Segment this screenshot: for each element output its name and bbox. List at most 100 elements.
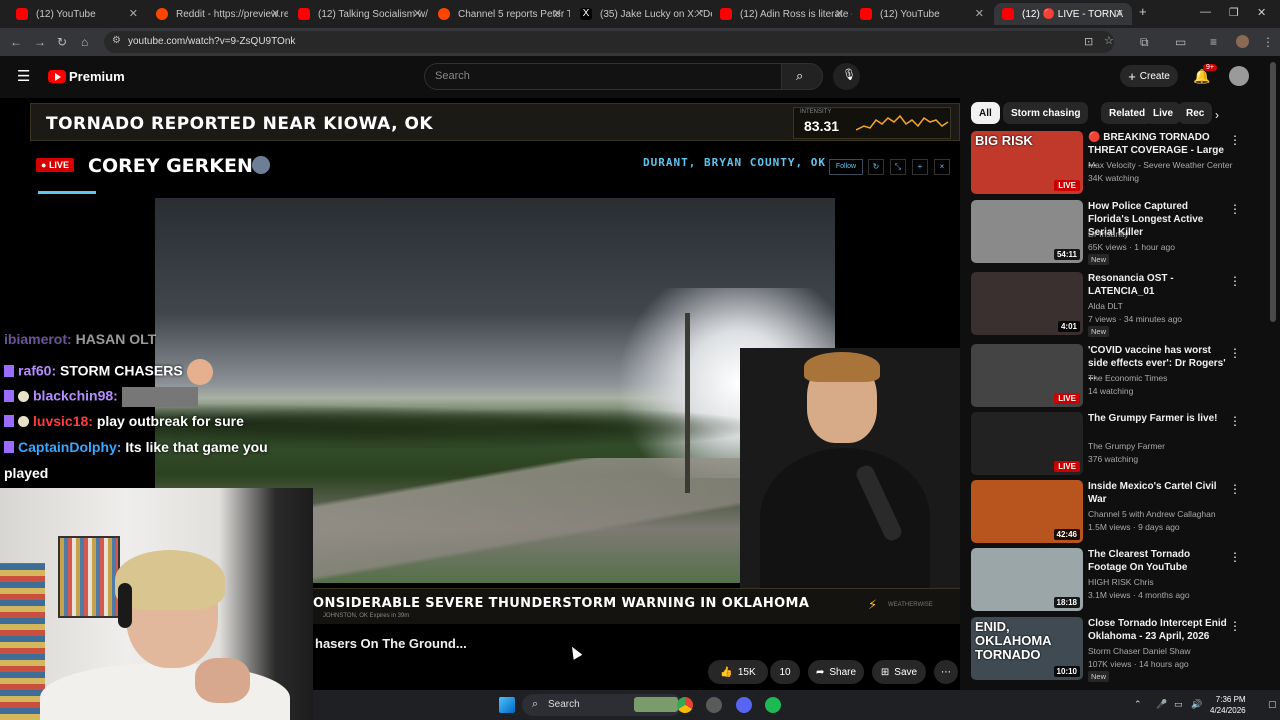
recommended-video[interactable]: 4:01 Resonancia OST - LATENCIA_01 Alda DLT…	[971, 272, 1256, 337]
recommended-video[interactable]: 54:11 How Police Captured Florida's Longe…	[971, 200, 1256, 265]
channel-name[interactable]: The Economic Times	[1088, 373, 1167, 383]
volume-icon[interactable]: 🔊	[1191, 699, 1202, 710]
maximize-icon[interactable]: ❐	[1229, 6, 1239, 19]
close-tab-icon[interactable]: ✕	[835, 7, 844, 20]
new-tab-button[interactable]: +	[1139, 4, 1147, 19]
video-thumbnail[interactable]: ENID, OKLAHOMA TORNADO 10:10	[971, 617, 1083, 680]
spotify-icon[interactable]	[765, 697, 781, 713]
chip-live[interactable]: Live	[1145, 102, 1182, 124]
share-button[interactable]: ➦ Share	[808, 660, 864, 684]
dislike-button[interactable]: 10	[770, 660, 800, 684]
minimize-icon[interactable]: —	[1200, 6, 1211, 18]
recommended-video[interactable]: ENID, OKLAHOMA TORNADO 10:10 Close Tornado…	[971, 617, 1256, 682]
more-actions-button[interactable]: ⋯	[934, 660, 958, 684]
chip-recent[interactable]: Rec	[1178, 102, 1213, 124]
browser-tab[interactable]: (12) YouTube ✕	[852, 3, 992, 25]
mic-tray-icon[interactable]: 🎤	[1156, 699, 1167, 710]
channel-name[interactable]: The Grumpy Farmer	[1088, 441, 1165, 451]
recommended-title[interactable]: The Clearest Tornado Footage On YouTube	[1088, 548, 1228, 574]
youtube-premium-label[interactable]: Premium	[69, 69, 125, 84]
recommended-title[interactable]: Close Tornado Intercept Enid Oklahoma - …	[1088, 617, 1228, 643]
video-thumbnail[interactable]: 4:01	[971, 272, 1083, 335]
browser-tab[interactable]: Channel 5 reports Peter Th ✕	[430, 3, 570, 25]
close-tab-icon[interactable]: ✕	[129, 7, 138, 20]
browser-tab-active[interactable]: (12) 🔴 LIVE - TORNA ✕	[994, 3, 1132, 25]
channel-name[interactable]: Channel 5 with Andrew Callaghan	[1088, 509, 1216, 519]
hamburger-menu-icon[interactable]: ☰	[17, 67, 30, 85]
tray-chevron-icon[interactable]: ⌃	[1134, 699, 1142, 710]
refresh-icon[interactable]: ↻	[868, 159, 884, 175]
channel-name[interactable]: Storm Chaser Daniel Shaw	[1088, 646, 1191, 656]
close-tab-icon[interactable]: ✕	[975, 7, 984, 20]
recommended-video[interactable]: 42:46 Inside Mexico's Cartel Civil War Cha…	[971, 480, 1256, 544]
more-options-icon[interactable]: ⋮	[1229, 619, 1241, 633]
save-button[interactable]: ⊞ Save	[872, 660, 926, 684]
recommended-video[interactable]: LIVE The Grumpy Farmer is live! The Grumpy…	[971, 412, 1256, 476]
more-options-icon[interactable]: ⋮	[1229, 133, 1241, 147]
close-tab-icon[interactable]: ✕	[413, 7, 422, 20]
notification-center-icon[interactable]: ▢	[1268, 699, 1277, 710]
taskbar-clock[interactable]: 7:36 PM 4/24/2026	[1210, 694, 1246, 716]
video-thumbnail[interactable]: 42:46	[971, 480, 1083, 543]
recommended-title[interactable]: The Grumpy Farmer is live!	[1088, 412, 1228, 425]
more-options-icon[interactable]: ⋮	[1229, 202, 1241, 216]
follow-button[interactable]: Follow	[829, 159, 863, 175]
sidebar-icon[interactable]: ▭	[1175, 35, 1186, 49]
browser-tab[interactable]: X (35) Jake Lucky on X: "Dev ✕	[572, 3, 712, 25]
browser-tab[interactable]: (12) Adin Ross is literate - ✕	[712, 3, 852, 25]
browser-tab[interactable]: (12) YouTube ✕	[8, 3, 146, 25]
video-thumbnail[interactable]: BIG RISK LIVE	[971, 131, 1083, 194]
browser-tab[interactable]: Reddit - https://preview.re ✕	[148, 3, 288, 25]
browser-menu-icon[interactable]: ⋮	[1262, 35, 1274, 49]
video-thumbnail[interactable]: 54:11	[971, 200, 1083, 263]
chevron-right-icon[interactable]: ›	[1215, 108, 1219, 122]
discord-icon[interactable]	[736, 697, 752, 713]
back-icon[interactable]: ←	[10, 35, 22, 49]
extensions-icon[interactable]: ⧉	[1140, 35, 1149, 50]
search-button[interactable]: ⌕	[781, 63, 823, 90]
close-tab-icon[interactable]: ✕	[553, 7, 562, 20]
channel-name[interactable]: HIGH RISK Chris	[1088, 577, 1154, 587]
recommended-title[interactable]: Resonancia OST - LATENCIA_01	[1088, 272, 1228, 298]
channel-name[interactable]: Max Velocity - Severe Weather Center	[1088, 160, 1232, 170]
media-icon[interactable]: ≡	[1210, 35, 1217, 49]
create-button[interactable]: + Create	[1120, 65, 1178, 87]
chip-storm-chasing[interactable]: Storm chasing	[1003, 102, 1089, 124]
reload-icon[interactable]: ↻	[57, 35, 67, 49]
expand-icon[interactable]: ⤡	[890, 159, 906, 175]
recommended-video[interactable]: BIG RISK LIVE 🔴 BREAKING TORNADO THREAT CO…	[971, 131, 1256, 195]
scrollbar[interactable]	[1270, 62, 1276, 322]
close-icon[interactable]: ×	[934, 159, 950, 175]
recommended-video[interactable]: LIVE 'COVID vaccine has worst side effect…	[971, 344, 1256, 408]
bookmark-star-icon[interactable]: ☆	[1104, 34, 1114, 47]
taskbar-search[interactable]: ⌕ Search	[522, 694, 682, 716]
search-input[interactable]: Search	[424, 63, 782, 90]
chip-all[interactable]: All	[971, 102, 1000, 124]
recommended-video[interactable]: 18:18 The Clearest Tornado Footage On You…	[971, 548, 1256, 612]
url-text[interactable]: youtube.com/watch?v=9-ZsQU9TOnk	[128, 36, 295, 47]
channel-name[interactable]: Alda DLT	[1088, 301, 1123, 311]
more-options-icon[interactable]: ⋮	[1229, 414, 1241, 428]
close-tab-icon[interactable]: ✕	[695, 7, 704, 20]
like-button[interactable]: 👍 15K	[708, 660, 768, 684]
profile-avatar[interactable]	[1236, 35, 1249, 48]
more-options-icon[interactable]: ⋮	[1229, 274, 1241, 288]
home-icon[interactable]: ⌂	[81, 35, 88, 49]
video-thumbnail[interactable]: LIVE	[971, 344, 1083, 407]
forward-icon[interactable]: →	[34, 35, 46, 49]
channel-name[interactable]: Dr Insanity	[1088, 229, 1129, 239]
obs-icon[interactable]	[706, 697, 722, 713]
more-options-icon[interactable]: ⋮	[1229, 550, 1241, 564]
close-tab-icon[interactable]: ✕	[1115, 7, 1124, 20]
close-tab-icon[interactable]: ✕	[271, 7, 280, 20]
account-avatar[interactable]	[1229, 66, 1249, 86]
more-options-icon[interactable]: ⋮	[1229, 346, 1241, 360]
close-window-icon[interactable]: ✕	[1257, 6, 1266, 19]
recommended-title[interactable]: Inside Mexico's Cartel Civil War	[1088, 480, 1228, 506]
voice-search-button[interactable]: 🎙	[833, 63, 860, 90]
video-thumbnail[interactable]: LIVE	[971, 412, 1083, 475]
address-bar[interactable]: ⚙ youtube.com/watch?v=9-ZsQU9TOnk ⊡ ☆	[104, 31, 1114, 53]
browser-tab[interactable]: (12) Talking Socialism w/ D ✕	[290, 3, 430, 25]
chrome-icon[interactable]	[677, 697, 693, 713]
install-icon[interactable]: ⊡	[1084, 35, 1093, 48]
